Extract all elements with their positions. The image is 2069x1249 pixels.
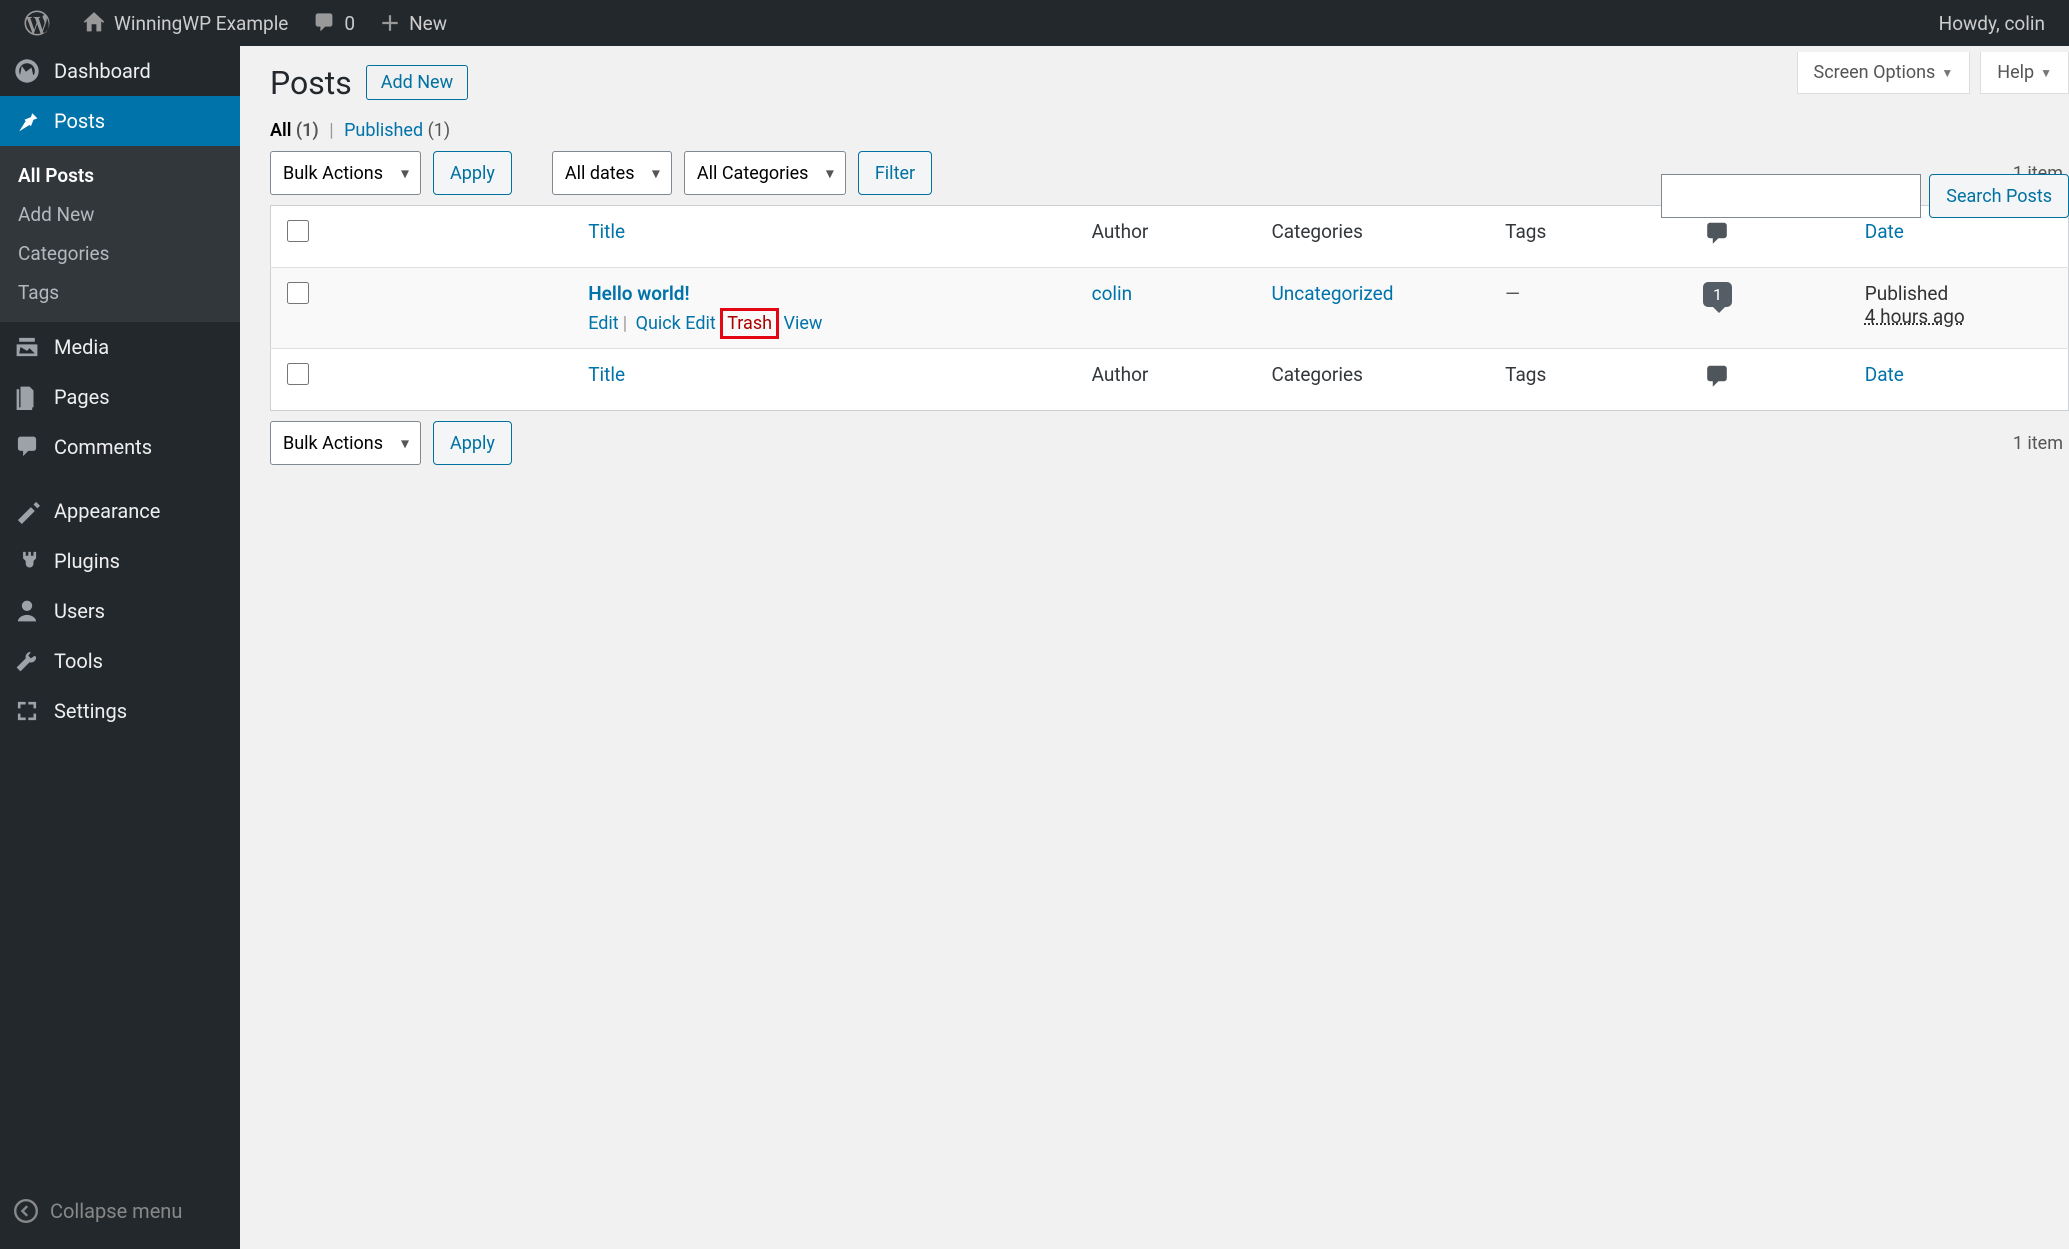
filter-button[interactable]: Filter: [858, 151, 932, 195]
status-filter-links: All (1) | Published (1): [270, 120, 2069, 141]
sidebar-item-appearance[interactable]: Appearance: [0, 486, 240, 536]
categories-filter-select[interactable]: All Categories: [684, 151, 846, 195]
bulk-actions-select[interactable]: Bulk Actions: [270, 151, 421, 195]
search-posts-button[interactable]: Search Posts: [1929, 174, 2069, 218]
col-author[interactable]: Author: [1080, 206, 1260, 268]
sidebar-item-pages[interactable]: Pages: [0, 372, 240, 422]
comments-link[interactable]: 0: [300, 0, 367, 46]
filter-published[interactable]: Published (1): [344, 120, 450, 141]
settings-icon: [14, 698, 40, 724]
item-count-bottom: 1 item: [2013, 433, 2069, 454]
category-link[interactable]: Uncategorized: [1271, 282, 1393, 305]
sidebar-item-tools[interactable]: Tools: [0, 636, 240, 686]
howdy-text: Howdy, colin: [1939, 12, 2045, 35]
pin-icon: [14, 108, 40, 134]
apply-bulk-button-bottom[interactable]: Apply: [433, 421, 512, 465]
filter-all[interactable]: All (1): [270, 120, 319, 141]
new-label: New: [409, 12, 447, 35]
admin-bar: WinningWP Example 0 New Howdy, colin: [0, 0, 2069, 46]
collapse-icon: [14, 1199, 38, 1223]
col-categories-foot[interactable]: Categories: [1259, 349, 1493, 411]
howdy-link[interactable]: Howdy, colin: [1927, 0, 2057, 46]
col-comments-foot[interactable]: [1691, 349, 1853, 411]
dates-filter-select[interactable]: All dates: [552, 151, 672, 195]
search-input[interactable]: [1661, 174, 1921, 218]
sidebar-item-users[interactable]: Users: [0, 586, 240, 636]
tablenav-bottom: Bulk Actions Apply 1 item: [270, 421, 2069, 465]
submenu-add-new[interactable]: Add New: [0, 195, 240, 234]
sidebar-item-dashboard[interactable]: Dashboard: [0, 46, 240, 96]
posts-table: Title Author Categories Tags Date Hello …: [270, 205, 2069, 411]
sidebar-item-plugins[interactable]: Plugins: [0, 536, 240, 586]
submenu-tags[interactable]: Tags: [0, 273, 240, 312]
select-all-checkbox-foot[interactable]: [287, 363, 309, 385]
plugins-icon: [14, 548, 40, 574]
date-cell: Published 4 hours ago: [1853, 268, 2069, 349]
collapse-menu[interactable]: Collapse menu: [0, 1191, 240, 1231]
post-title-link[interactable]: Hello world!: [588, 282, 689, 305]
col-tags-foot[interactable]: Tags: [1493, 349, 1691, 411]
add-new-button[interactable]: Add New: [366, 65, 468, 100]
col-author-foot[interactable]: Author: [1080, 349, 1260, 411]
comment-icon: [1703, 220, 1731, 248]
col-title-foot[interactable]: Title: [576, 349, 1079, 411]
posts-submenu: All Posts Add New Categories Tags: [0, 146, 240, 322]
tools-icon: [14, 648, 40, 674]
submenu-categories[interactable]: Categories: [0, 234, 240, 273]
new-content-link[interactable]: New: [367, 0, 459, 46]
sidebar-item-comments[interactable]: Comments: [0, 422, 240, 472]
page-title: Posts: [270, 64, 352, 102]
home-icon: [82, 11, 106, 35]
col-title[interactable]: Title: [576, 206, 1079, 268]
row-checkbox[interactable]: [287, 282, 309, 304]
dashboard-icon: [14, 58, 40, 84]
edit-link[interactable]: Edit: [588, 313, 618, 334]
tags-cell: —: [1493, 268, 1691, 349]
site-name-link[interactable]: WinningWP Example: [70, 0, 300, 46]
sidebar-item-media[interactable]: Media: [0, 322, 240, 372]
users-icon: [14, 598, 40, 624]
comments-count: 0: [344, 12, 355, 35]
site-name: WinningWP Example: [114, 12, 288, 35]
col-categories[interactable]: Categories: [1259, 206, 1493, 268]
sidebar-item-posts[interactable]: Posts: [0, 96, 240, 146]
trash-link[interactable]: Trash: [720, 308, 779, 339]
quick-edit-link[interactable]: Quick Edit: [636, 313, 716, 334]
col-date-foot[interactable]: Date: [1853, 349, 2069, 411]
bulk-actions-select-bottom[interactable]: Bulk Actions: [270, 421, 421, 465]
comments-icon: [14, 434, 40, 460]
view-link[interactable]: View: [784, 313, 823, 334]
wp-logo[interactable]: [12, 0, 70, 46]
search-box: Search Posts: [1661, 174, 2069, 218]
sidebar-item-settings[interactable]: Settings: [0, 686, 240, 736]
apply-bulk-button[interactable]: Apply: [433, 151, 512, 195]
comment-count[interactable]: 1: [1703, 282, 1732, 307]
comment-icon: [1703, 363, 1731, 391]
plus-icon: [379, 12, 401, 34]
media-icon: [14, 334, 40, 360]
pages-icon: [14, 384, 40, 410]
comment-icon: [312, 11, 336, 35]
appearance-icon: [14, 498, 40, 524]
table-row: Hello world! Edit| Quick Edit Trash View…: [271, 268, 2069, 349]
author-link[interactable]: colin: [1092, 282, 1133, 305]
wordpress-icon: [24, 10, 50, 36]
submenu-all-posts[interactable]: All Posts: [0, 156, 240, 195]
admin-sidebar: Dashboard Posts All Posts Add New Catego…: [0, 46, 240, 1249]
select-all-checkbox[interactable]: [287, 220, 309, 242]
row-actions: Edit| Quick Edit Trash View: [588, 313, 1067, 334]
